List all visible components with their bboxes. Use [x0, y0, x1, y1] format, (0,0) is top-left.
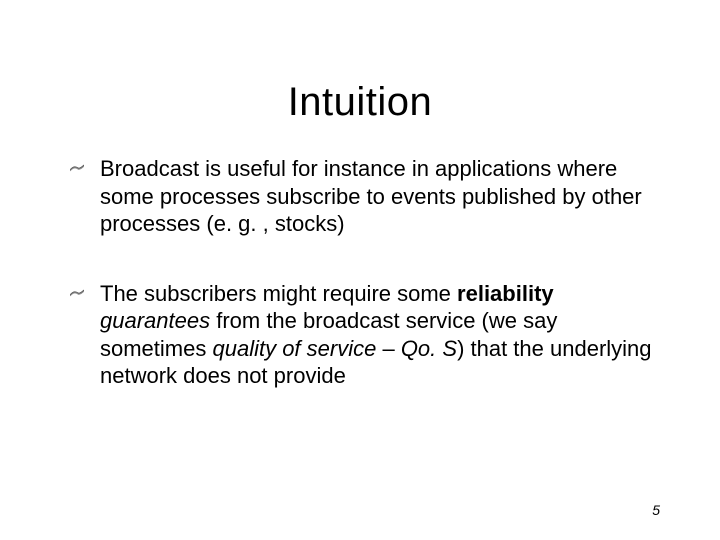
bullet-icon	[70, 289, 84, 301]
slide: Intuition Broadcast is useful for instan…	[0, 0, 720, 540]
bold-text: reliability	[457, 281, 554, 306]
italic-text: Qo. S	[401, 336, 457, 361]
bullet-text: Broadcast is useful for instance in appl…	[100, 156, 642, 236]
bullet-list: Broadcast is useful for instance in appl…	[55, 155, 665, 390]
page-number: 5	[652, 502, 660, 518]
bullet-item-1: Broadcast is useful for instance in appl…	[65, 155, 655, 238]
bullet-text: The subscribers might require some relia…	[100, 281, 652, 389]
bullet-icon	[70, 164, 84, 176]
italic-text: guarantees	[100, 308, 210, 333]
slide-title: Intuition	[55, 80, 665, 125]
italic-text: quality of service	[212, 336, 376, 361]
bullet-item-2: The subscribers might require some relia…	[65, 280, 655, 390]
